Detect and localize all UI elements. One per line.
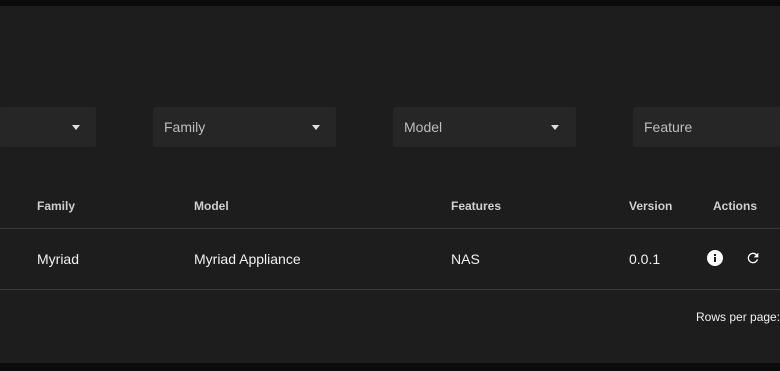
bottom-bar — [0, 363, 780, 371]
content-panel — [0, 6, 780, 363]
column-header-actions: Actions — [713, 199, 758, 213]
column-header-features[interactable]: Features — [451, 199, 501, 213]
column-header-version[interactable]: Version — [629, 199, 672, 213]
chevron-down-icon — [551, 125, 559, 130]
model-select[interactable]: Model — [393, 107, 576, 147]
header-divider — [0, 228, 780, 229]
filter-select-first[interactable] — [0, 107, 96, 147]
rows-per-page-label: Rows per page: — [696, 310, 780, 324]
column-header-family[interactable]: Family — [37, 199, 75, 213]
feature-select-label: Feature — [644, 119, 693, 135]
family-select[interactable]: Family — [153, 107, 336, 147]
feature-select[interactable]: Feature — [633, 107, 780, 147]
info-icon[interactable] — [706, 249, 724, 267]
model-select-label: Model — [404, 119, 443, 135]
refresh-icon[interactable] — [744, 249, 762, 267]
cell-version: 0.0.1 — [629, 251, 661, 267]
cell-model: Myriad Appliance — [194, 251, 301, 267]
chevron-down-icon — [72, 125, 80, 130]
cell-family: Myriad — [37, 251, 80, 267]
row-divider — [0, 289, 780, 290]
family-select-label: Family — [164, 119, 206, 135]
chevron-down-icon — [312, 125, 320, 130]
column-header-model[interactable]: Model — [194, 199, 229, 213]
cell-features: NAS — [451, 251, 480, 267]
